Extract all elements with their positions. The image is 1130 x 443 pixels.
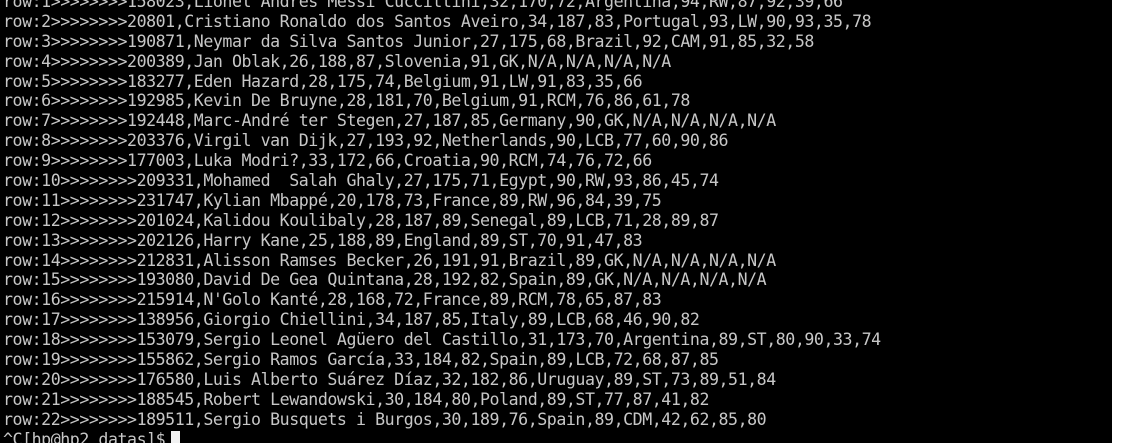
output-line: row:5>>>>>>>>183277,Eden Hazard,28,175,7… [3, 71, 643, 91]
output-line: row:9>>>>>>>>177003,Luka Modri?,33,172,6… [3, 151, 652, 171]
output-line: row:12>>>>>>>>201024,Kalidou Koulibaly,2… [3, 210, 719, 230]
output-line: row:18>>>>>>>>153079,Sergio Leonel Agüer… [3, 330, 881, 350]
output-line: row:13>>>>>>>>202126,Harry Kane,25,188,8… [3, 230, 643, 250]
output-line: row:6>>>>>>>>192985,Kevin De Bruyne,28,1… [3, 91, 690, 111]
cursor-block [171, 430, 181, 443]
terminal-screen[interactable]: row:1>>>>>>>>158023,Lionel Andrés Messi … [0, 0, 1112, 443]
output-line: row:21>>>>>>>>188545,Robert Lewandowski,… [3, 389, 709, 409]
output-line: row:15>>>>>>>>193080,David De Gea Quinta… [3, 270, 767, 290]
output-line: row:8>>>>>>>>203376,Virgil van Dijk,27,1… [3, 131, 729, 151]
terminal-output: row:1>>>>>>>>158023,Lionel Andrés Messi … [3, 0, 881, 443]
prompt-line[interactable]: ^C[hp@hp2 datas]$ [3, 430, 881, 443]
output-line: row:16>>>>>>>>215914,N'Golo Kanté,28,168… [3, 290, 662, 310]
output-line: row:22>>>>>>>>189511,Sergio Busquets i B… [3, 409, 767, 429]
output-line: row:14>>>>>>>>212831,Alisson Ramses Beck… [3, 250, 776, 270]
output-line: row:20>>>>>>>>176580,Luis Alberto Suárez… [3, 369, 776, 389]
shell-prompt: ^C[hp@hp2 datas]$ [3, 429, 166, 443]
output-line: row:7>>>>>>>>192448,Marc-André ter Stege… [3, 111, 776, 131]
output-line: row:3>>>>>>>>190871,Neymar da Silva Sant… [3, 31, 814, 51]
output-line: row:4>>>>>>>>200389,Jan Oblak,26,188,87,… [3, 51, 671, 71]
output-line: row:11>>>>>>>>231747,Kylian Mbappé,20,17… [3, 190, 662, 210]
output-line: row:10>>>>>>>>209331,Mohamed Salah Ghaly… [3, 171, 719, 191]
terminal-window: row:1>>>>>>>>158023,Lionel Andrés Messi … [0, 0, 1130, 443]
output-line: row:19>>>>>>>>155862,Sergio Ramos García… [3, 350, 719, 370]
output-line: row:1>>>>>>>>158023,Lionel Andrés Messi … [3, 0, 843, 11]
output-line: row:17>>>>>>>>138956,Giorgio Chiellini,3… [3, 310, 700, 330]
output-line: row:2>>>>>>>>20801,Cristiano Ronaldo dos… [3, 11, 872, 31]
